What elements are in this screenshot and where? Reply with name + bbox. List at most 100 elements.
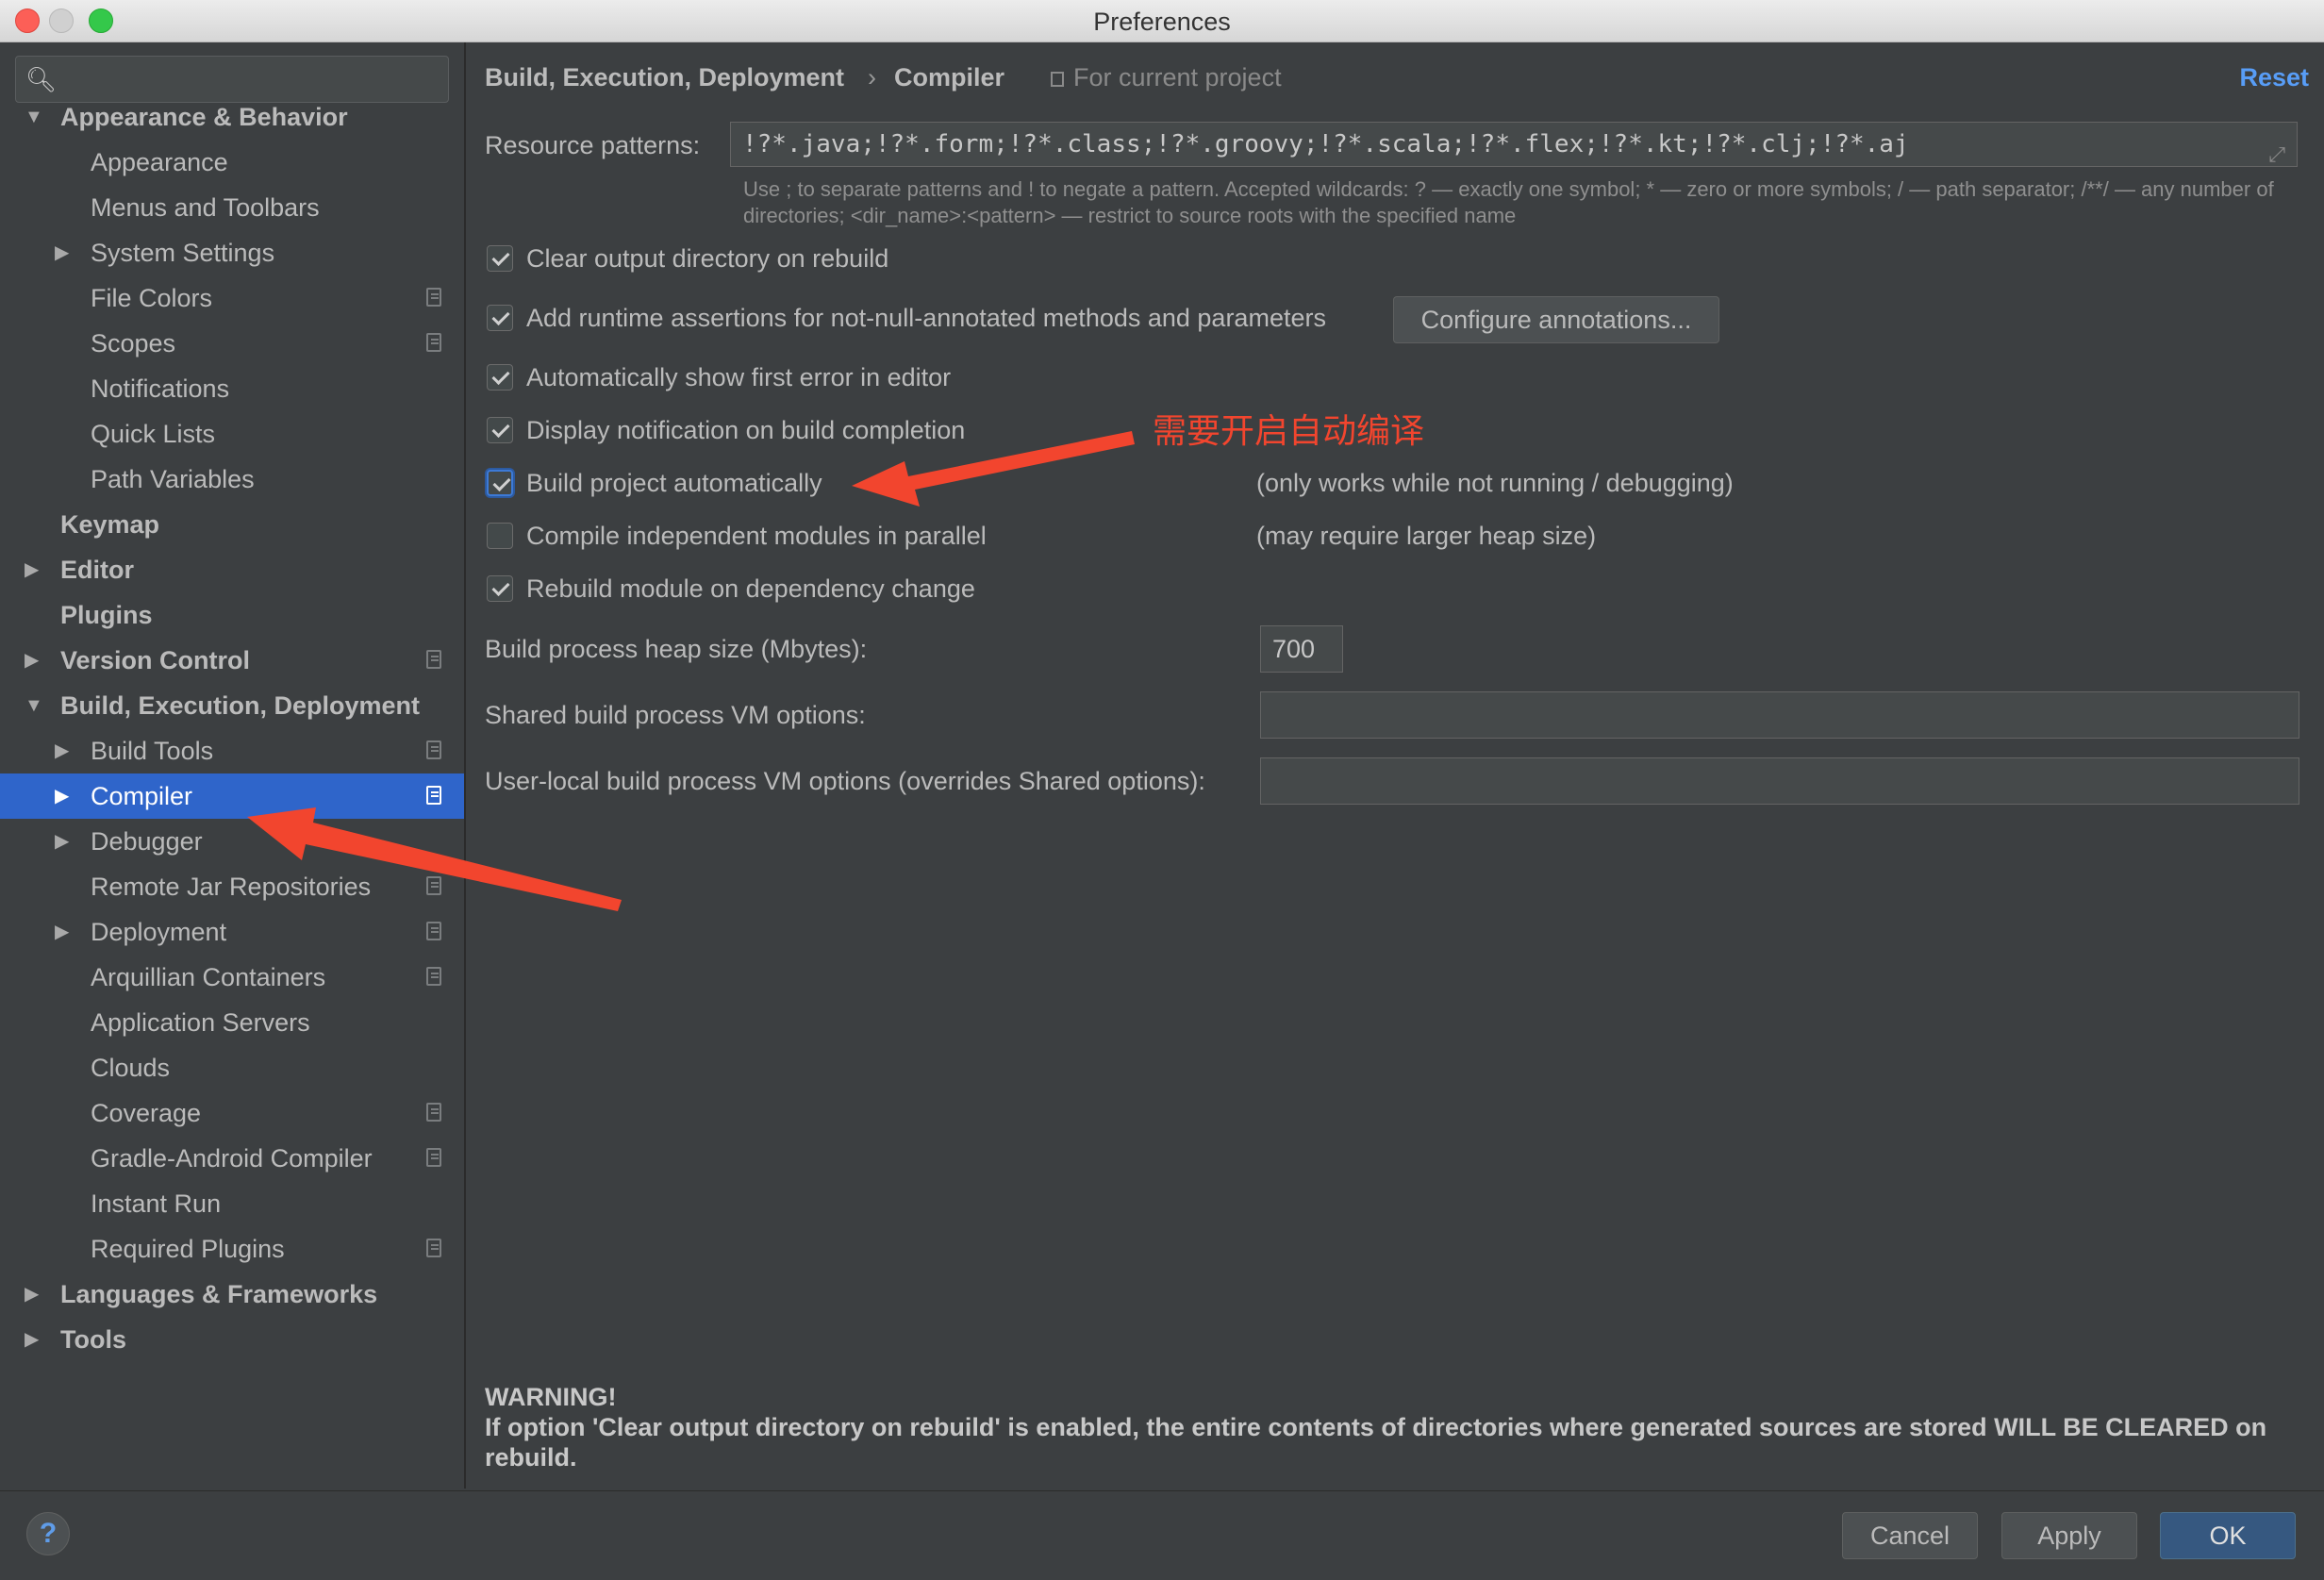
clear-output-checkbox[interactable] [487,245,513,272]
heap-size-value: 700 [1272,635,1316,663]
ok-button[interactable]: OK [2160,1512,2296,1559]
collapsed-arrow-icon[interactable]: ▶ [55,819,69,864]
project-scope-icon [426,288,441,307]
sidebar-item-compiler[interactable]: ▶ Compiler [0,773,464,819]
project-scope-icon [426,1103,441,1122]
expand-icon[interactable]: ⤢ [2268,134,2285,166]
compile-parallel-note: (may require larger heap size) [1256,522,1597,550]
sidebar-item-label: Appearance & Behavior [60,103,348,131]
shared-vm-options-input[interactable] [1260,691,2299,739]
sidebar-item-build-tools[interactable]: ▶ Build Tools [0,728,464,773]
sidebar-item-clouds[interactable]: Clouds [0,1045,464,1090]
sidebar-item-label: Deployment [91,918,227,946]
heap-size-label: Build process heap size (Mbytes): [485,635,868,663]
sidebar-item-label: Quick Lists [91,420,216,448]
collapsed-arrow-icon[interactable]: ▶ [25,1272,39,1317]
reset-link[interactable]: Reset [2239,63,2309,92]
dialog-footer: ? Cancel Apply OK [0,1490,2324,1580]
scope-indicator: For current project [1051,63,1282,92]
sidebar-item-system-settings[interactable]: ▶ System Settings [0,230,464,275]
resource-patterns-value: !?*.java;!?*.form;!?*.class;!?*.groovy;!… [742,130,1909,158]
sidebar-item-gradle-android-compiler[interactable]: Gradle-Android Compiler [0,1136,464,1181]
sidebar-item-label: Languages & Frameworks [60,1280,378,1308]
sidebar-item-label: Notifications [91,374,230,403]
expanded-arrow-icon[interactable]: ▼ [25,94,43,140]
sidebar-item-label: Editor [60,556,134,584]
collapsed-arrow-icon[interactable]: ▶ [25,547,39,592]
sidebar-item-remote-jar-repositories[interactable]: Remote Jar Repositories [0,864,464,909]
heap-size-input[interactable]: 700 [1260,625,1343,673]
build-automatically-label: Build project automatically [526,469,822,497]
sidebar-item-deployment[interactable]: ▶ Deployment [0,909,464,955]
collapsed-arrow-icon[interactable]: ▶ [25,638,39,683]
sidebar-item-notifications[interactable]: Notifications [0,366,464,411]
sidebar-item-label: Clouds [91,1054,171,1082]
sidebar-item-instant-run[interactable]: Instant Run [0,1181,464,1226]
sidebar-item-scopes[interactable]: Scopes [0,321,464,366]
title-bar: Preferences [0,0,2324,42]
annotation-text: 需要开启自动编译 [1153,411,1425,450]
collapsed-arrow-icon[interactable]: ▶ [55,230,69,275]
apply-button[interactable]: Apply [2001,1512,2137,1559]
sidebar-item-label: Keymap [60,510,160,539]
user-vm-options-label: User-local build process VM options (ove… [485,767,1205,795]
sidebar-item-label: Debugger [91,827,203,856]
configure-annotations-button[interactable]: Configure annotations... [1393,296,1719,343]
collapsed-arrow-icon[interactable]: ▶ [25,1317,39,1362]
sidebar-item-version-control[interactable]: ▶ Version Control [0,638,464,683]
sidebar-item-arquillian-containers[interactable]: Arquillian Containers [0,955,464,1000]
expanded-arrow-icon[interactable]: ▼ [25,683,43,728]
show-first-error-checkbox[interactable] [487,364,513,391]
sidebar-item-menus-and-toolbars[interactable]: Menus and Toolbars [0,185,464,230]
sidebar-item-appearance-behavior[interactable]: ▼ Appearance & Behavior [0,94,464,140]
user-vm-options-input[interactable] [1260,757,2299,805]
sidebar-item-label: Required Plugins [91,1235,285,1263]
sidebar-item-label: Plugins [60,601,153,629]
scope-label: For current project [1073,63,1282,91]
sidebar-item-plugins[interactable]: Plugins [0,592,464,638]
sidebar-item-path-variables[interactable]: Path Variables [0,457,464,502]
sidebar-item-build-execution-deployment[interactable]: ▼ Build, Execution, Deployment [0,683,464,728]
warning-text: If option 'Clear output directory on reb… [485,1413,2267,1472]
collapsed-arrow-icon[interactable]: ▶ [55,909,69,955]
sidebar: 🔍︎ ▼ Appearance & Behavior Appearance Menus… [0,42,466,1489]
sidebar-item-application-servers[interactable]: Application Servers [0,1000,464,1045]
sidebar-item-editor[interactable]: ▶ Editor [0,547,464,592]
warning-title: WARNING! [485,1383,617,1411]
build-automatically-checkbox[interactable] [487,470,513,496]
resource-patterns-label: Resource patterns: [485,131,701,159]
sidebar-item-label: Application Servers [91,1008,310,1037]
rebuild-on-dependency-checkbox[interactable] [487,575,513,602]
project-scope-icon [426,1239,441,1257]
project-scope-icon [426,650,441,669]
display-notification-checkbox[interactable] [487,417,513,443]
collapsed-arrow-icon[interactable]: ▶ [55,773,69,819]
sidebar-item-tools[interactable]: ▶ Tools [0,1317,464,1362]
help-button[interactable]: ? [26,1512,70,1555]
collapsed-arrow-icon[interactable]: ▶ [55,728,69,773]
rebuild-on-dependency-label: Rebuild module on dependency change [526,574,975,603]
sidebar-item-debugger[interactable]: ▶ Debugger [0,819,464,864]
cancel-button[interactable]: Cancel [1842,1512,1978,1559]
sidebar-item-label: File Colors [91,284,213,312]
sidebar-item-appearance[interactable]: Appearance [0,140,464,185]
display-notification-label: Display notification on build completion [526,416,966,444]
warning-message: WARNING! If option 'Clear output directo… [485,1382,2305,1472]
sidebar-item-label: System Settings [91,239,275,267]
sidebar-item-languages-frameworks[interactable]: ▶ Languages & Frameworks [0,1272,464,1317]
resource-patterns-input[interactable]: !?*.java;!?*.form;!?*.class;!?*.groovy;!… [730,122,2298,167]
compile-parallel-checkbox[interactable] [487,523,513,549]
sidebar-item-required-plugins[interactable]: Required Plugins [0,1226,464,1272]
window-title: Preferences [1093,8,1231,36]
sidebar-item-quick-lists[interactable]: Quick Lists [0,411,464,457]
project-scope-icon [426,876,441,895]
sidebar-item-keymap[interactable]: Keymap [0,502,464,547]
runtime-assertions-checkbox[interactable] [487,305,513,331]
breadcrumb-current: Compiler [894,63,1005,91]
project-scope-icon [1051,72,1064,87]
search-icon[interactable]: 🔍︎ [25,65,57,94]
build-automatically-note: (only works while not running / debuggin… [1256,469,1734,497]
sidebar-item-coverage[interactable]: Coverage [0,1090,464,1136]
project-scope-icon [426,1148,441,1167]
sidebar-item-file-colors[interactable]: File Colors [0,275,464,321]
